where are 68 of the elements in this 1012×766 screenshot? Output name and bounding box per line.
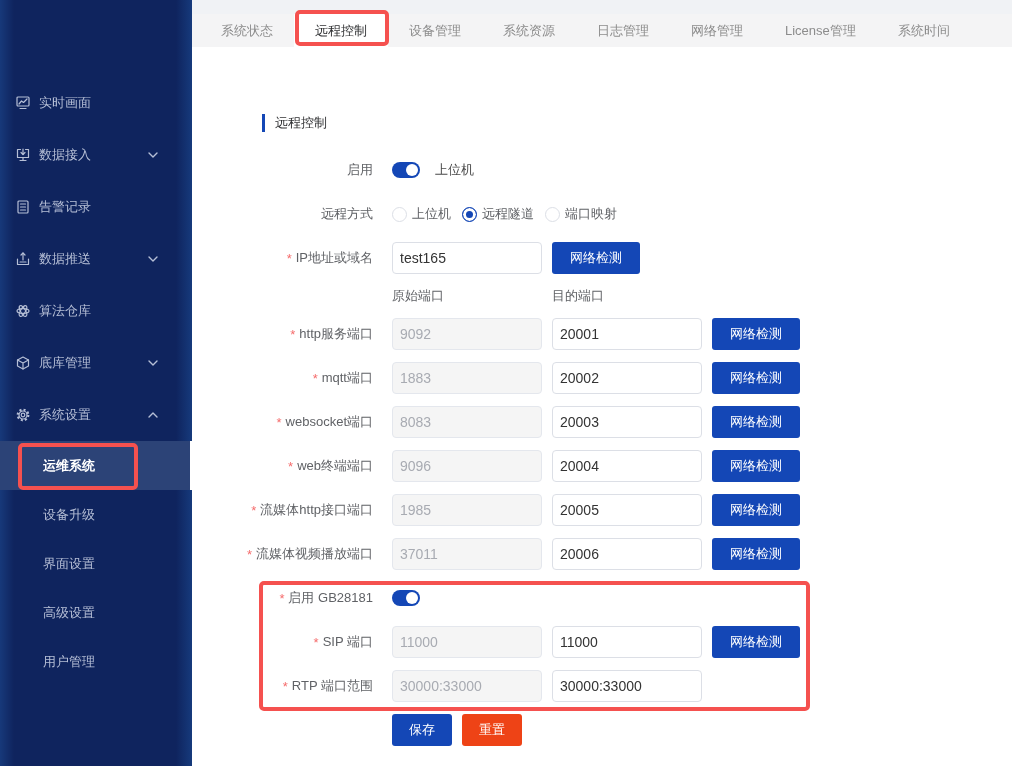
network-check-button[interactable]: 网络检测 (712, 494, 800, 526)
field-label: RTP 端口范围 (291, 677, 373, 695)
sidebar-item[interactable]: 实时画面 (0, 77, 192, 129)
sidebar-subitem[interactable]: 设备升级 (0, 490, 192, 539)
reset-button[interactable]: 重置 (462, 714, 522, 746)
input-field[interactable]: 20002 (552, 362, 702, 394)
network-check-button[interactable]: 网络检测 (712, 318, 800, 350)
field-label: SIP 端口 (322, 633, 373, 651)
required-mark: * (246, 546, 252, 562)
input-field[interactable]: 20006 (552, 538, 702, 570)
section-title: 远程控制 (262, 114, 327, 132)
radio-option[interactable]: 上位机 (392, 205, 451, 223)
switch-text: 上位机 (435, 161, 474, 179)
required-mark: * (288, 458, 294, 474)
toggle-switch[interactable] (392, 162, 420, 178)
radio-option[interactable]: 端口映射 (545, 205, 617, 223)
field-label: 启用 GB28181 (288, 589, 373, 607)
network-check-button[interactable]: 网络检测 (712, 538, 800, 570)
network-check-button[interactable]: 网络检测 (712, 626, 800, 658)
required-mark: * (251, 502, 257, 518)
monitor-download-icon (16, 148, 30, 162)
input-field[interactable]: test165 (392, 242, 542, 274)
sidebar-subitem[interactable]: 界面设置 (0, 539, 192, 588)
gear-icon (16, 408, 30, 422)
field-label: 远程方式 (321, 205, 373, 223)
input-field[interactable]: 30000:33000 (552, 670, 702, 702)
input-field[interactable]: 20004 (552, 450, 702, 482)
input-field[interactable]: 20005 (552, 494, 702, 526)
sidebar-subitem[interactable]: 用户管理 (0, 637, 192, 686)
required-mark: * (312, 370, 318, 386)
input-field[interactable]: 11000 (552, 626, 702, 658)
field-label: websocket端口 (285, 413, 373, 431)
sidebar-item[interactable]: 数据推送 (0, 233, 192, 285)
network-check-button[interactable]: 网络检测 (712, 406, 800, 438)
field-label: 流媒体http接口端口 (260, 501, 373, 519)
field-label: http服务端口 (299, 325, 373, 343)
required-mark: * (279, 590, 285, 606)
field-label: IP地址或域名 (295, 249, 373, 267)
required-mark: * (282, 678, 288, 694)
list-icon (16, 200, 30, 214)
toggle-switch[interactable] (392, 590, 420, 606)
input-field[interactable]: 20003 (552, 406, 702, 438)
input-field[interactable]: 20001 (552, 318, 702, 350)
required-mark: * (276, 414, 282, 430)
sidebar-item[interactable]: 数据接入 (0, 129, 192, 181)
required-mark: * (290, 326, 296, 342)
sidebar-item[interactable]: 底库管理 (0, 337, 192, 389)
column-header: 目的端口 (552, 287, 605, 305)
save-button[interactable]: 保存 (392, 714, 452, 746)
field-label: web终端端口 (297, 457, 373, 475)
network-check-button[interactable]: 网络检测 (712, 450, 800, 482)
atom-icon (16, 304, 30, 318)
field-label: 启用 (347, 161, 373, 179)
sidebar-item[interactable]: 系统设置 (0, 389, 192, 441)
column-header: 原始端口 (392, 287, 445, 305)
required-mark: * (313, 634, 319, 650)
required-mark: * (286, 250, 292, 266)
upload-icon (16, 252, 30, 266)
monitor-chart-icon (16, 96, 30, 110)
network-check-button[interactable]: 网络检测 (712, 362, 800, 394)
sidebar-item[interactable]: 告警记录 (0, 181, 192, 233)
sidebar-item[interactable]: 算法仓库 (0, 285, 192, 337)
sidebar-subitem[interactable]: 高级设置 (0, 588, 192, 637)
field-label: 流媒体视频播放端口 (256, 545, 373, 563)
radio-option[interactable]: 远程隧道 (462, 205, 534, 223)
network-check-button[interactable]: 网络检测 (552, 242, 640, 274)
field-label: mqtt端口 (321, 369, 373, 387)
cube-icon (16, 356, 30, 370)
